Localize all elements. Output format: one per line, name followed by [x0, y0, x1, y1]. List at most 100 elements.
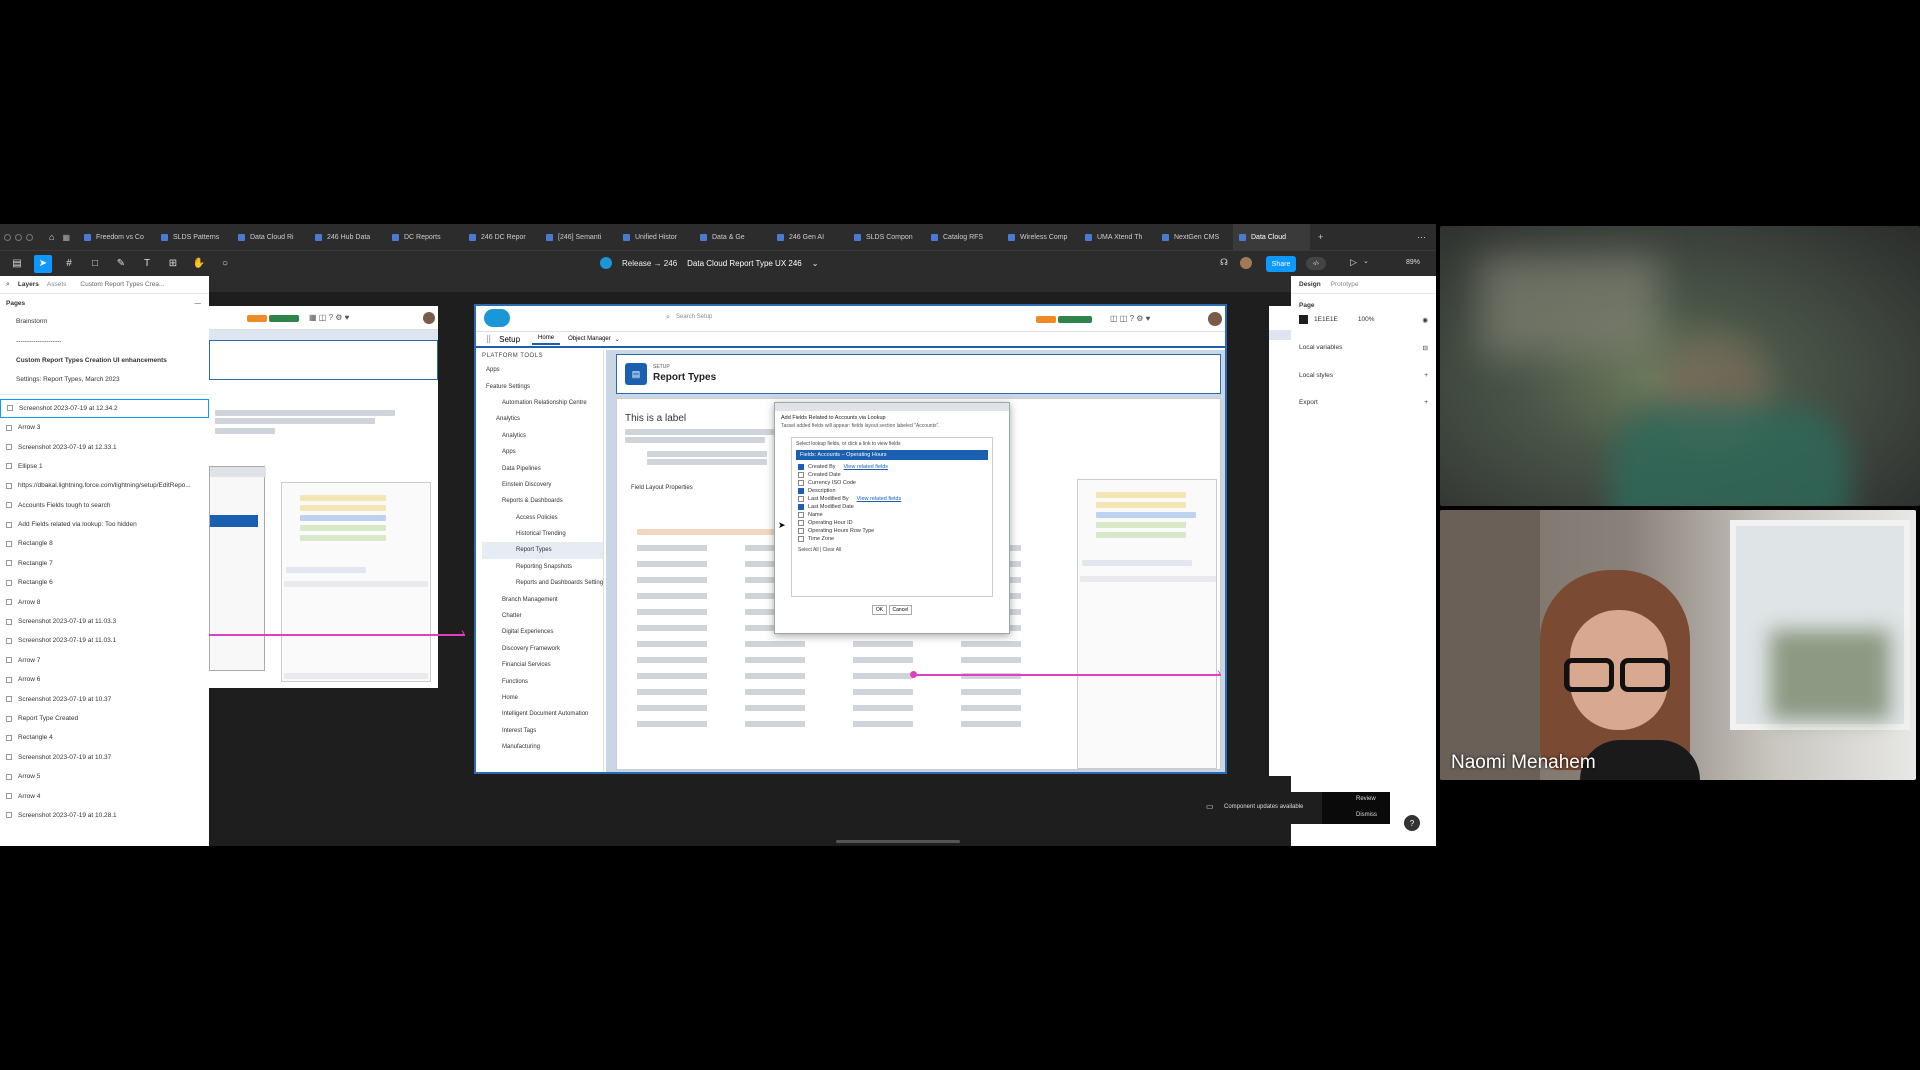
- setup-nav-item[interactable]: Analytics: [482, 411, 603, 427]
- hand-tool-icon[interactable]: ✋: [190, 255, 208, 273]
- file-tab[interactable]: Data & Ge: [694, 224, 771, 250]
- help-icon[interactable]: ?: [1404, 815, 1420, 831]
- tab-assets[interactable]: Assets: [47, 281, 67, 288]
- ok-button[interactable]: OK: [871, 605, 888, 615]
- file-tab[interactable]: Data Cloud Ri: [232, 224, 309, 250]
- layer-row[interactable]: Rectangle 4: [0, 728, 209, 747]
- setup-nav-item[interactable]: Manufacturing: [482, 739, 603, 755]
- add-style-icon[interactable]: +: [1424, 372, 1428, 379]
- shape-tool-icon[interactable]: □: [86, 255, 104, 273]
- headphones-icon[interactable]: ☊: [1220, 257, 1228, 268]
- tab-object-manager[interactable]: Object Manager: [568, 336, 611, 342]
- app-launcher-icon[interactable]: ⣿: [486, 335, 491, 343]
- tab-design[interactable]: Design: [1299, 281, 1321, 288]
- setup-nav-item[interactable]: Historical Trending: [482, 526, 603, 542]
- setup-nav-item[interactable]: Intelligent Document Automation: [482, 706, 603, 722]
- file-tab[interactable]: SLDS Compon: [848, 224, 925, 250]
- page-color-swatch[interactable]: [1299, 315, 1308, 324]
- file-tab[interactable]: DC Reports: [386, 224, 463, 250]
- setup-nav-item[interactable]: Reporting Snapshots: [482, 559, 603, 575]
- zoom-level[interactable]: 89%: [1406, 259, 1420, 266]
- video-tile-naomi[interactable]: [1440, 510, 1916, 780]
- setup-nav-item[interactable]: Financial Services: [482, 657, 603, 673]
- cancel-button[interactable]: Cancel: [888, 605, 913, 615]
- layer-row[interactable]: Screenshot 2023-07-19 at 11.03.3: [0, 612, 209, 631]
- modal-field-row[interactable]: Last Modified By View related fields: [792, 495, 992, 503]
- layer-row[interactable]: Screenshot 2023-07-19 at 10.37: [0, 748, 209, 767]
- view-related-fields-link[interactable]: View related fields: [844, 464, 889, 470]
- field-checkbox[interactable]: [798, 472, 804, 478]
- page-item[interactable]: Custom Report Types Creation UI enhancem…: [0, 351, 209, 370]
- setup-nav-item[interactable]: Home: [482, 690, 603, 706]
- add-page-icon[interactable]: —: [195, 300, 202, 307]
- pen-tool-icon[interactable]: ✎: [112, 255, 130, 273]
- search-setup-input[interactable]: Search Setup: [676, 314, 712, 320]
- file-tab[interactable]: 246 Gen AI: [771, 224, 848, 250]
- file-tab[interactable]: [246] Semanti: [540, 224, 617, 250]
- setup-nav-item[interactable]: Interest Tags: [482, 723, 603, 739]
- field-checkbox[interactable]: [798, 528, 804, 534]
- drafts-icon[interactable]: ▦: [62, 233, 70, 242]
- move-tool-icon[interactable]: ➤: [34, 254, 52, 273]
- setup-nav-item[interactable]: Analytics: [482, 428, 603, 444]
- screenshot-frame-main[interactable]: ⌕ Search Setup ◫ ◫ ? ⚙ ♥ ⣿ Setup Home Ob…: [474, 304, 1227, 774]
- layer-row[interactable]: Rectangle 6: [0, 573, 209, 592]
- setup-nav-item[interactable]: Discovery Framework: [482, 641, 603, 657]
- flow-arrow-1[interactable]: [209, 634, 465, 636]
- home-icon[interactable]: ⌂: [49, 232, 54, 242]
- setup-nav-item[interactable]: Reports and Dashboards Settings: [482, 575, 603, 591]
- layer-row[interactable]: Arrow 5: [0, 767, 209, 786]
- window-minimize-icon[interactable]: [15, 233, 22, 241]
- setup-nav-item[interactable]: Data Pipelines: [482, 460, 603, 476]
- tab-prototype[interactable]: Prototype: [1331, 281, 1359, 288]
- canvas-scrollbar[interactable]: [836, 840, 960, 843]
- export-label[interactable]: Export: [1299, 399, 1318, 406]
- modal-field-row[interactable]: Created Date: [792, 471, 992, 479]
- field-checkbox[interactable]: [798, 464, 804, 470]
- setup-nav-item[interactable]: Einstein Discovery: [482, 477, 603, 493]
- screenshot-frame-right[interactable]: [1269, 306, 1291, 776]
- layer-row[interactable]: https://dbakal.lightning.force.com/light…: [0, 476, 209, 495]
- file-tab[interactable]: Wireless Comp: [1002, 224, 1079, 250]
- page-opacity-value[interactable]: 100%: [1358, 316, 1375, 323]
- field-checkbox[interactable]: [798, 488, 804, 494]
- chevron-down-icon[interactable]: ⌄: [615, 336, 620, 343]
- add-fields-modal[interactable]: Add Fields Related to Accounts via Looku…: [774, 402, 1010, 634]
- window-maximize-icon[interactable]: [26, 233, 33, 241]
- file-name[interactable]: Data Cloud Report Type UX 246: [687, 259, 802, 268]
- layer-row[interactable]: Screenshot 2023-07-19 at 10.37: [0, 689, 209, 708]
- setup-nav-item[interactable]: Chatter: [482, 608, 603, 624]
- frame-tool-icon[interactable]: #: [60, 255, 78, 273]
- video-tile-top[interactable]: [1440, 226, 1920, 506]
- file-tab[interactable]: Freedom vs Co: [78, 224, 155, 250]
- select-all-link[interactable]: Select All | Clear All: [792, 543, 992, 557]
- resources-icon[interactable]: ⊞: [164, 255, 182, 273]
- layer-row[interactable]: Screenshot 2023-07-19 at 10.28.1: [0, 806, 209, 825]
- setup-nav-item[interactable]: Functions: [482, 673, 603, 689]
- modal-field-row[interactable]: Currency ISO Code: [792, 479, 992, 487]
- layer-row[interactable]: Ellipse 1: [0, 457, 209, 476]
- local-variables-label[interactable]: Local variables: [1299, 344, 1342, 352]
- file-tab[interactable]: SLDS Patterns: [155, 224, 232, 250]
- review-button[interactable]: Review: [1356, 796, 1376, 802]
- design-canvas[interactable]: ▦ ◫ ? ⚙ ♥ › ⌕ Search Setup ◫ ◫ ? ⚙ ♥ ⣿ S…: [209, 292, 1291, 846]
- modal-field-row[interactable]: Operating Hour ID: [792, 519, 992, 527]
- layer-row[interactable]: Accounts Fields tough to search: [0, 496, 209, 515]
- project-name[interactable]: Release → 246: [622, 259, 677, 268]
- more-icon[interactable]: ⋯: [1417, 232, 1426, 243]
- comment-tool-icon[interactable]: ○: [216, 255, 234, 273]
- flow-arrow-2[interactable]: [913, 674, 1221, 676]
- setup-nav-item[interactable]: Apps: [482, 444, 603, 460]
- main-menu-icon[interactable]: ▤: [8, 255, 26, 273]
- dev-mode-icon[interactable]: ‹/›: [1306, 257, 1326, 270]
- modal-field-row[interactable]: Description: [792, 487, 992, 495]
- present-dropdown-icon[interactable]: ⌄: [1363, 257, 1369, 265]
- page-color-value[interactable]: 1E1E1E: [1314, 316, 1338, 323]
- file-tab[interactable]: 246 Hub Data: [309, 224, 386, 250]
- setup-nav-item[interactable]: Access Policies: [482, 510, 603, 526]
- field-checkbox[interactable]: [798, 520, 804, 526]
- modal-field-row[interactable]: Last Modified Date: [792, 503, 992, 511]
- setup-nav-item[interactable]: Branch Management: [482, 591, 603, 607]
- add-export-icon[interactable]: +: [1424, 399, 1428, 406]
- page-item[interactable]: Brainstorm: [0, 312, 209, 331]
